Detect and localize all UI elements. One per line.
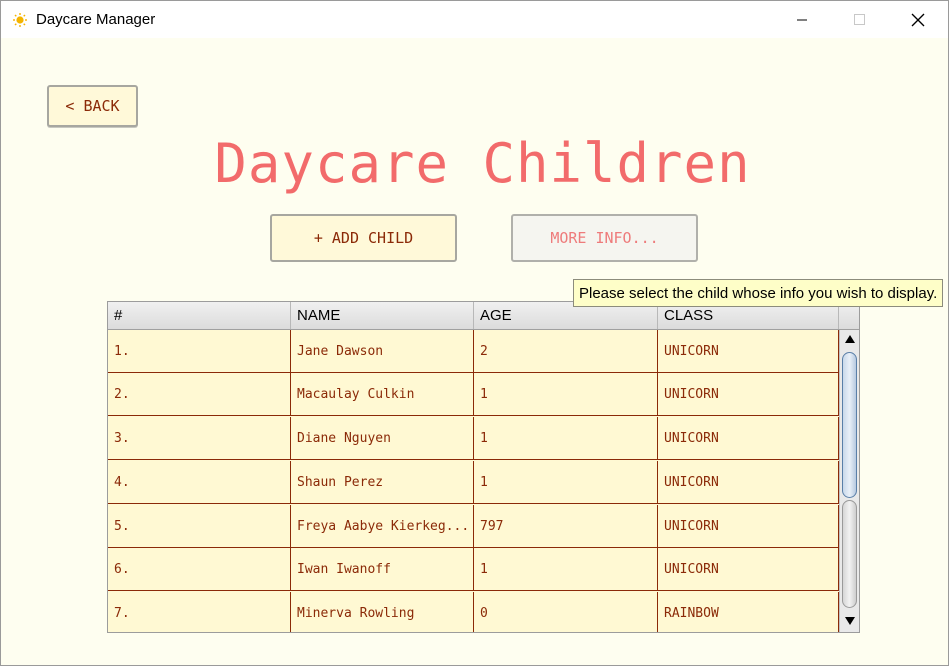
- cell-name: Shaun Perez: [291, 461, 474, 503]
- cell-number: 4.: [108, 461, 291, 503]
- cell-class: UNICORN: [658, 330, 839, 372]
- cell-age: 1: [474, 461, 658, 503]
- cell-name: Iwan Iwanoff: [291, 548, 474, 590]
- cell-name: Jane Dawson: [291, 330, 474, 372]
- table-row[interactable]: 6. Iwan Iwanoff 1 UNICORN: [108, 548, 839, 591]
- cell-number: 2.: [108, 373, 291, 415]
- app-window: Daycare Manager < BACK Daycare Children …: [0, 0, 949, 666]
- scroll-down-button[interactable]: [840, 612, 859, 630]
- cell-class: UNICORN: [658, 505, 839, 547]
- table-row[interactable]: 2. Macaulay Culkin 1 UNICORN: [108, 373, 839, 416]
- cell-age: 0: [474, 592, 658, 632]
- scroll-up-button[interactable]: [840, 330, 859, 348]
- cell-age: 1: [474, 373, 658, 415]
- cell-class: UNICORN: [658, 461, 839, 503]
- column-header-name[interactable]: NAME: [291, 302, 474, 329]
- minimize-icon: [797, 19, 807, 20]
- cell-name: Minerva Rowling: [291, 592, 474, 632]
- back-button[interactable]: < BACK: [47, 85, 138, 127]
- cell-class: UNICORN: [658, 417, 839, 459]
- maximize-icon: [854, 13, 865, 25]
- arrow-down-icon: [844, 617, 855, 625]
- table-row[interactable]: 4. Shaun Perez 1 UNICORN: [108, 461, 839, 504]
- cell-name: Freya Aabye Kierkeg...: [291, 505, 474, 547]
- table-body: 1. Jane Dawson 2 UNICORN 2. Macaulay Cul…: [108, 330, 839, 632]
- minimize-button[interactable]: [779, 1, 825, 38]
- table-row[interactable]: 3. Diane Nguyen 1 UNICORN: [108, 417, 839, 460]
- cell-age: 1: [474, 548, 658, 590]
- cell-name: Macaulay Culkin: [291, 373, 474, 415]
- maximize-button[interactable]: [837, 1, 883, 38]
- title-bar[interactable]: Daycare Manager: [1, 1, 948, 38]
- cell-number: 3.: [108, 417, 291, 459]
- cell-number: 6.: [108, 548, 291, 590]
- cell-number: 7.: [108, 592, 291, 632]
- cell-age: 797: [474, 505, 658, 547]
- more-info-button[interactable]: MORE INFO...: [511, 214, 698, 262]
- cell-class: UNICORN: [658, 373, 839, 415]
- vertical-scrollbar[interactable]: [839, 330, 859, 632]
- table-row[interactable]: 7. Minerva Rowling 0 RAINBOW: [108, 592, 839, 632]
- scroll-thumb[interactable]: [842, 352, 857, 498]
- cell-age: 1: [474, 417, 658, 459]
- close-icon: [911, 13, 925, 26]
- cell-class: UNICORN: [658, 548, 839, 590]
- cell-number: 1.: [108, 330, 291, 372]
- table-row[interactable]: 5. Freya Aabye Kierkeg... 797 UNICORN: [108, 505, 839, 548]
- window-title: Daycare Manager: [36, 11, 156, 28]
- scroll-track[interactable]: [842, 500, 857, 608]
- main-content: < BACK Daycare Children + ADD CHILD MORE…: [1, 38, 948, 665]
- table-row[interactable]: 1. Jane Dawson 2 UNICORN: [108, 330, 839, 373]
- children-table[interactable]: # NAME AGE CLASS 1. Jane Dawson 2 UNICOR…: [107, 301, 860, 633]
- cell-name: Diane Nguyen: [291, 417, 474, 459]
- add-child-button[interactable]: + ADD CHILD: [270, 214, 457, 262]
- sun-icon: [13, 13, 27, 27]
- close-button[interactable]: [895, 1, 941, 38]
- cell-number: 5.: [108, 505, 291, 547]
- column-header-number[interactable]: #: [108, 302, 291, 329]
- cell-class: RAINBOW: [658, 592, 839, 632]
- tooltip: Please select the child whose info you w…: [573, 279, 944, 307]
- cell-age: 2: [474, 330, 658, 372]
- arrow-up-icon: [844, 335, 855, 343]
- page-title: Daycare Children: [214, 132, 751, 195]
